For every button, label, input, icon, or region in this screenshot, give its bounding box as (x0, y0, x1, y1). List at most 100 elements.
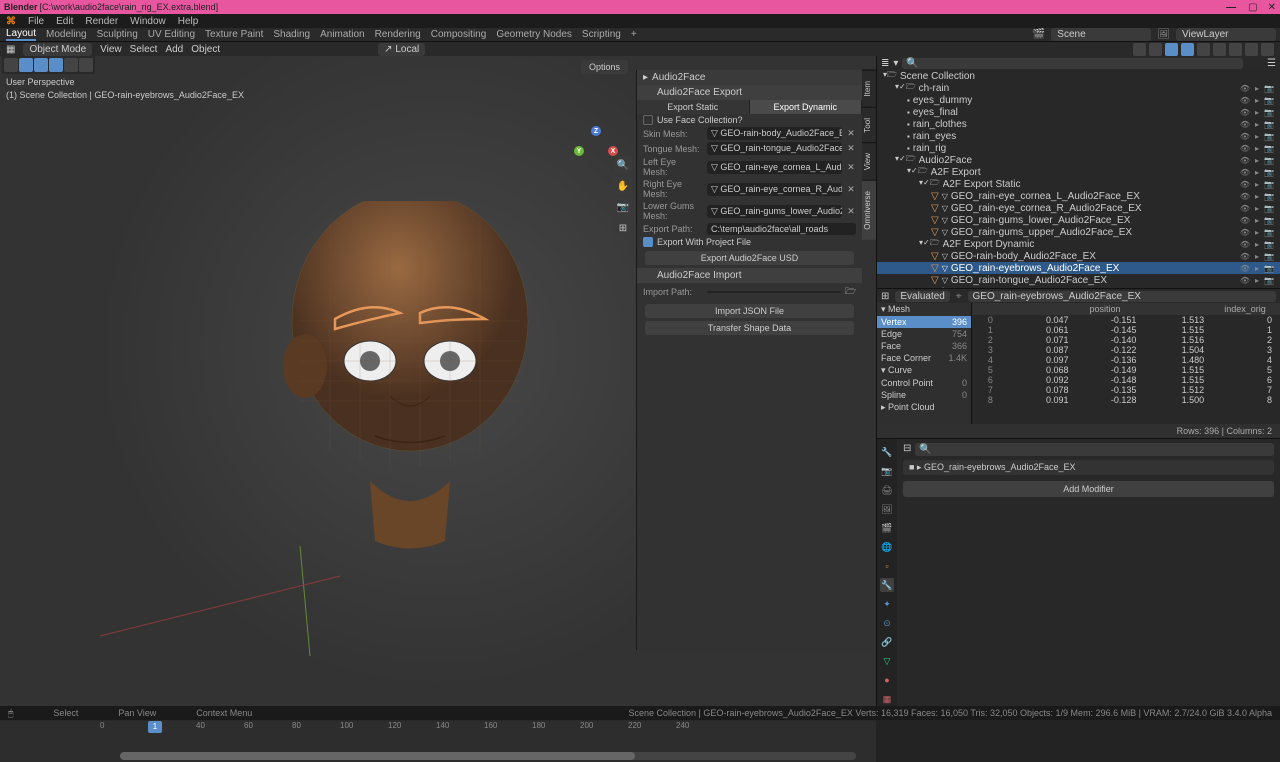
render-icon[interactable]: 📷 (1264, 179, 1274, 189)
tree-row[interactable]: ▪eyes_dummy👁▸📷 (877, 94, 1280, 106)
selectable-icon[interactable]: ▸ (1252, 227, 1262, 237)
tree-row[interactable]: ▽▽GEO-rain-body_Audio2Face_EX👁▸📷 (877, 250, 1280, 262)
selectable-icon[interactable]: ▸ (1252, 215, 1262, 225)
tree-row[interactable]: ▾✓🗁A2F Export Dynamic👁▸📷 (877, 238, 1280, 250)
domain-row[interactable]: ▸ Point Cloud (877, 401, 971, 414)
render-icon[interactable]: 📷 (1264, 107, 1274, 117)
tab-animation[interactable]: Animation (320, 29, 364, 40)
visibility-icon[interactable]: 👁 (1240, 215, 1250, 225)
tool-cursor-icon[interactable] (19, 58, 33, 72)
menu-render[interactable]: Render (85, 16, 118, 27)
viewlayer-field[interactable]: ViewLayer (1176, 28, 1276, 41)
render-icon[interactable]: 📷 (1264, 227, 1274, 237)
domain-row[interactable]: Vertex396 (877, 316, 971, 328)
shading-wire-icon[interactable] (1213, 43, 1226, 56)
menu-help[interactable]: Help (178, 16, 199, 27)
domain-row[interactable]: Edge754 (877, 328, 971, 340)
tab-geonodes[interactable]: Geometry Nodes (496, 29, 572, 40)
render-icon[interactable]: 📷 (1264, 131, 1274, 141)
clear-icon[interactable]: ✕ (846, 206, 856, 217)
snap-icon[interactable] (1133, 43, 1146, 56)
selectable-icon[interactable]: ▸ (1252, 203, 1262, 213)
mesh-field[interactable]: ▽ GEO_rain-eye_cornea_L_Audio2Face_EX (707, 161, 842, 174)
editor-type-icon[interactable]: ⊟ (903, 443, 911, 456)
clear-icon[interactable]: ✕ (846, 143, 856, 154)
menu-window[interactable]: Window (130, 16, 166, 27)
tree-row[interactable]: ▪rain_eyes👁▸📷 (877, 130, 1280, 142)
viewport-3d[interactable]: User Perspective (1) Scene Collection | … (0, 56, 876, 706)
a2f-import-header[interactable]: Audio2Face Import (637, 268, 862, 283)
outliner-search[interactable]: 🔍 (902, 58, 1243, 69)
tab-tool[interactable]: Tool (862, 107, 876, 143)
import-json-button[interactable]: Import JSON File (645, 304, 854, 318)
use-collection-checkbox[interactable] (643, 115, 653, 125)
pin-icon[interactable]: ⌖ (956, 291, 962, 302)
render-icon[interactable]: 📷 (1264, 167, 1274, 177)
gizmo-toggle-icon[interactable] (1165, 43, 1178, 56)
tool-transform-icon[interactable] (79, 58, 93, 72)
selectable-icon[interactable]: ▸ (1252, 95, 1262, 105)
render-icon[interactable]: 📷 (1264, 275, 1274, 285)
visibility-icon[interactable]: 👁 (1240, 155, 1250, 165)
menu-edit[interactable]: Edit (56, 16, 73, 27)
tree-row[interactable]: ▽▽GEO_rain-eye_cornea_R_Audio2Face_EX👁▸📷 (877, 202, 1280, 214)
selectable-icon[interactable]: ▸ (1252, 107, 1262, 117)
playhead[interactable]: 1 (148, 721, 162, 733)
visibility-icon[interactable]: 👁 (1240, 239, 1250, 249)
visibility-icon[interactable]: 👁 (1240, 95, 1250, 105)
domain-row[interactable]: Face Corner1.4K (877, 352, 971, 364)
tab-dynamic[interactable]: Export Dynamic (750, 100, 863, 114)
particle-icon[interactable]: ✦ (880, 597, 894, 611)
output-icon[interactable]: 🖨 (880, 483, 894, 497)
export-path-input[interactable]: C:\temp\audio2face\all_roads (707, 223, 856, 235)
export-proj-checkbox[interactable] (643, 237, 653, 247)
material-icon[interactable]: ● (880, 673, 894, 687)
render-icon[interactable]: 📷 (1264, 215, 1274, 225)
mesh-field[interactable]: ▽ GEO-rain-body_Audio2Face_EX (707, 127, 842, 140)
tool-icon[interactable]: 🔧 (880, 445, 894, 459)
visibility-icon[interactable]: 👁 (1240, 275, 1250, 285)
tab-static[interactable]: Export Static (637, 100, 750, 114)
tab-layout[interactable]: Layout (6, 28, 36, 41)
domain-row[interactable]: ▾ Curve (877, 364, 971, 377)
data-icon[interactable]: ▽ (880, 654, 894, 668)
render-icon[interactable]: 📷 (1264, 251, 1274, 261)
render-icon[interactable]: 📷 (1264, 203, 1274, 213)
visibility-icon[interactable]: 👁 (1240, 143, 1250, 153)
gizmo-z-axis[interactable]: Z (591, 126, 601, 136)
visibility-icon[interactable]: 👁 (1240, 191, 1250, 201)
render-icon[interactable]: 📷 (1264, 155, 1274, 165)
visibility-icon[interactable]: 👁 (1240, 263, 1250, 273)
transfer-button[interactable]: Transfer Shape Data (645, 321, 854, 335)
constraint-icon[interactable]: 🔗 (880, 635, 894, 649)
tab-shading[interactable]: Shading (273, 29, 310, 40)
tab-rendering[interactable]: Rendering (375, 29, 421, 40)
shading-preview-icon[interactable] (1245, 43, 1258, 56)
export-usd-button[interactable]: Export Audio2Face USD (645, 251, 854, 265)
timeline-body[interactable]: 020406080100120140160180200220240 1 (0, 721, 876, 762)
props-breadcrumb[interactable]: ■ ▸ GEO_rain-eyebrows_Audio2Face_EX (903, 460, 1274, 475)
visibility-icon[interactable]: 👁 (1240, 119, 1250, 129)
tool-box-icon[interactable] (4, 58, 18, 72)
persp-icon[interactable]: ⊞ (614, 219, 632, 237)
tab-view[interactable]: View (862, 142, 876, 180)
domain-row[interactable]: ▾ Mesh (877, 303, 971, 316)
tree-row[interactable]: ▾✓🗁Audio2Face👁▸📷 (877, 154, 1280, 166)
selectable-icon[interactable]: ▸ (1252, 239, 1262, 249)
a2f-header[interactable]: ▸ Audio2Face (637, 70, 862, 85)
close-button[interactable]: ✕ (1268, 2, 1276, 13)
tab-uv[interactable]: UV Editing (148, 29, 195, 40)
shading-rendered-icon[interactable] (1261, 43, 1274, 56)
visibility-icon[interactable]: 👁 (1240, 131, 1250, 141)
render-icon[interactable]: 📷 (1264, 239, 1274, 249)
tab-sculpting[interactable]: Sculpting (97, 29, 138, 40)
clear-icon[interactable]: ✕ (846, 128, 856, 139)
visibility-icon[interactable]: 👁 (1240, 107, 1250, 117)
render-icon[interactable]: 📷 (1264, 191, 1274, 201)
tab-compositing[interactable]: Compositing (431, 29, 487, 40)
visibility-icon[interactable]: 👁 (1240, 179, 1250, 189)
texture-icon[interactable]: ▦ (880, 692, 894, 706)
tab-omniverse[interactable]: Omniverse (862, 180, 876, 240)
selectable-icon[interactable]: ▸ (1252, 119, 1262, 129)
visibility-icon[interactable]: 👁 (1240, 227, 1250, 237)
